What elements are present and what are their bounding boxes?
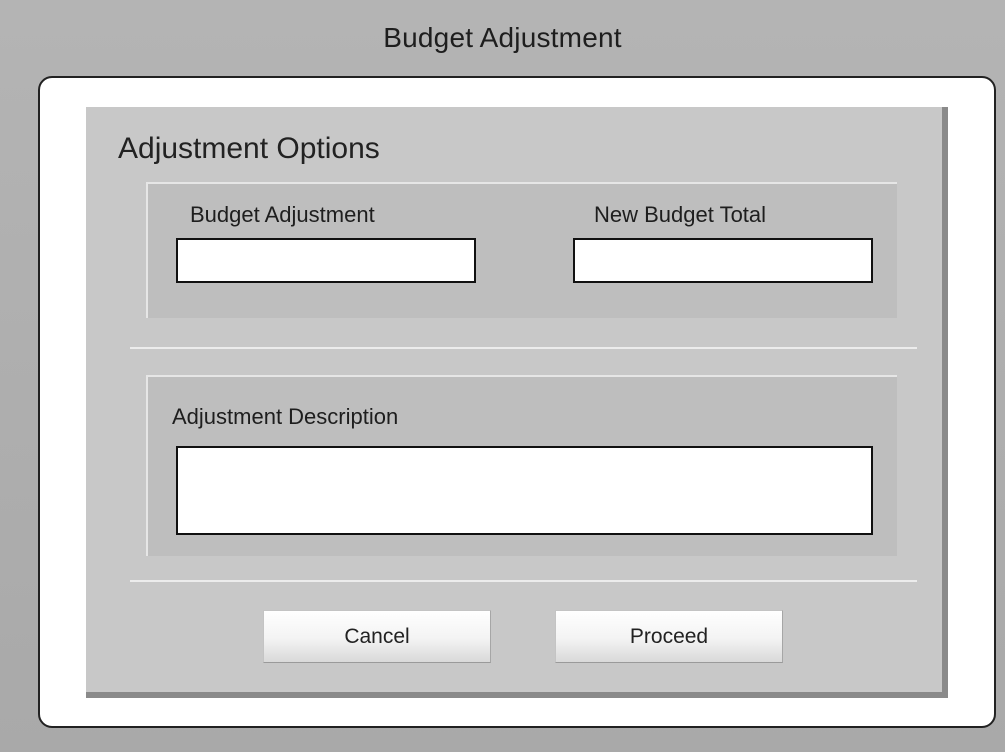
new-budget-total-label: New Budget Total: [594, 202, 767, 227]
dialog-window: Budget Adjustment Adjustment Options Bud…: [0, 0, 1005, 752]
dialog-title: Budget Adjustment: [383, 22, 622, 53]
cancel-button[interactable]: Cancel: [263, 610, 491, 663]
proceed-button[interactable]: Proceed: [555, 610, 783, 663]
adjustment-description-input[interactable]: [176, 446, 873, 535]
new-budget-total-input[interactable]: [573, 238, 873, 283]
budget-adjustment-label: Budget Adjustment: [190, 202, 375, 227]
separator-bottom: [130, 580, 917, 582]
separator-top: [130, 347, 917, 349]
section-title: Adjustment Options: [118, 132, 380, 165]
budget-adjustment-input[interactable]: [176, 238, 476, 283]
adjustment-description-label: Adjustment Description: [172, 404, 399, 429]
